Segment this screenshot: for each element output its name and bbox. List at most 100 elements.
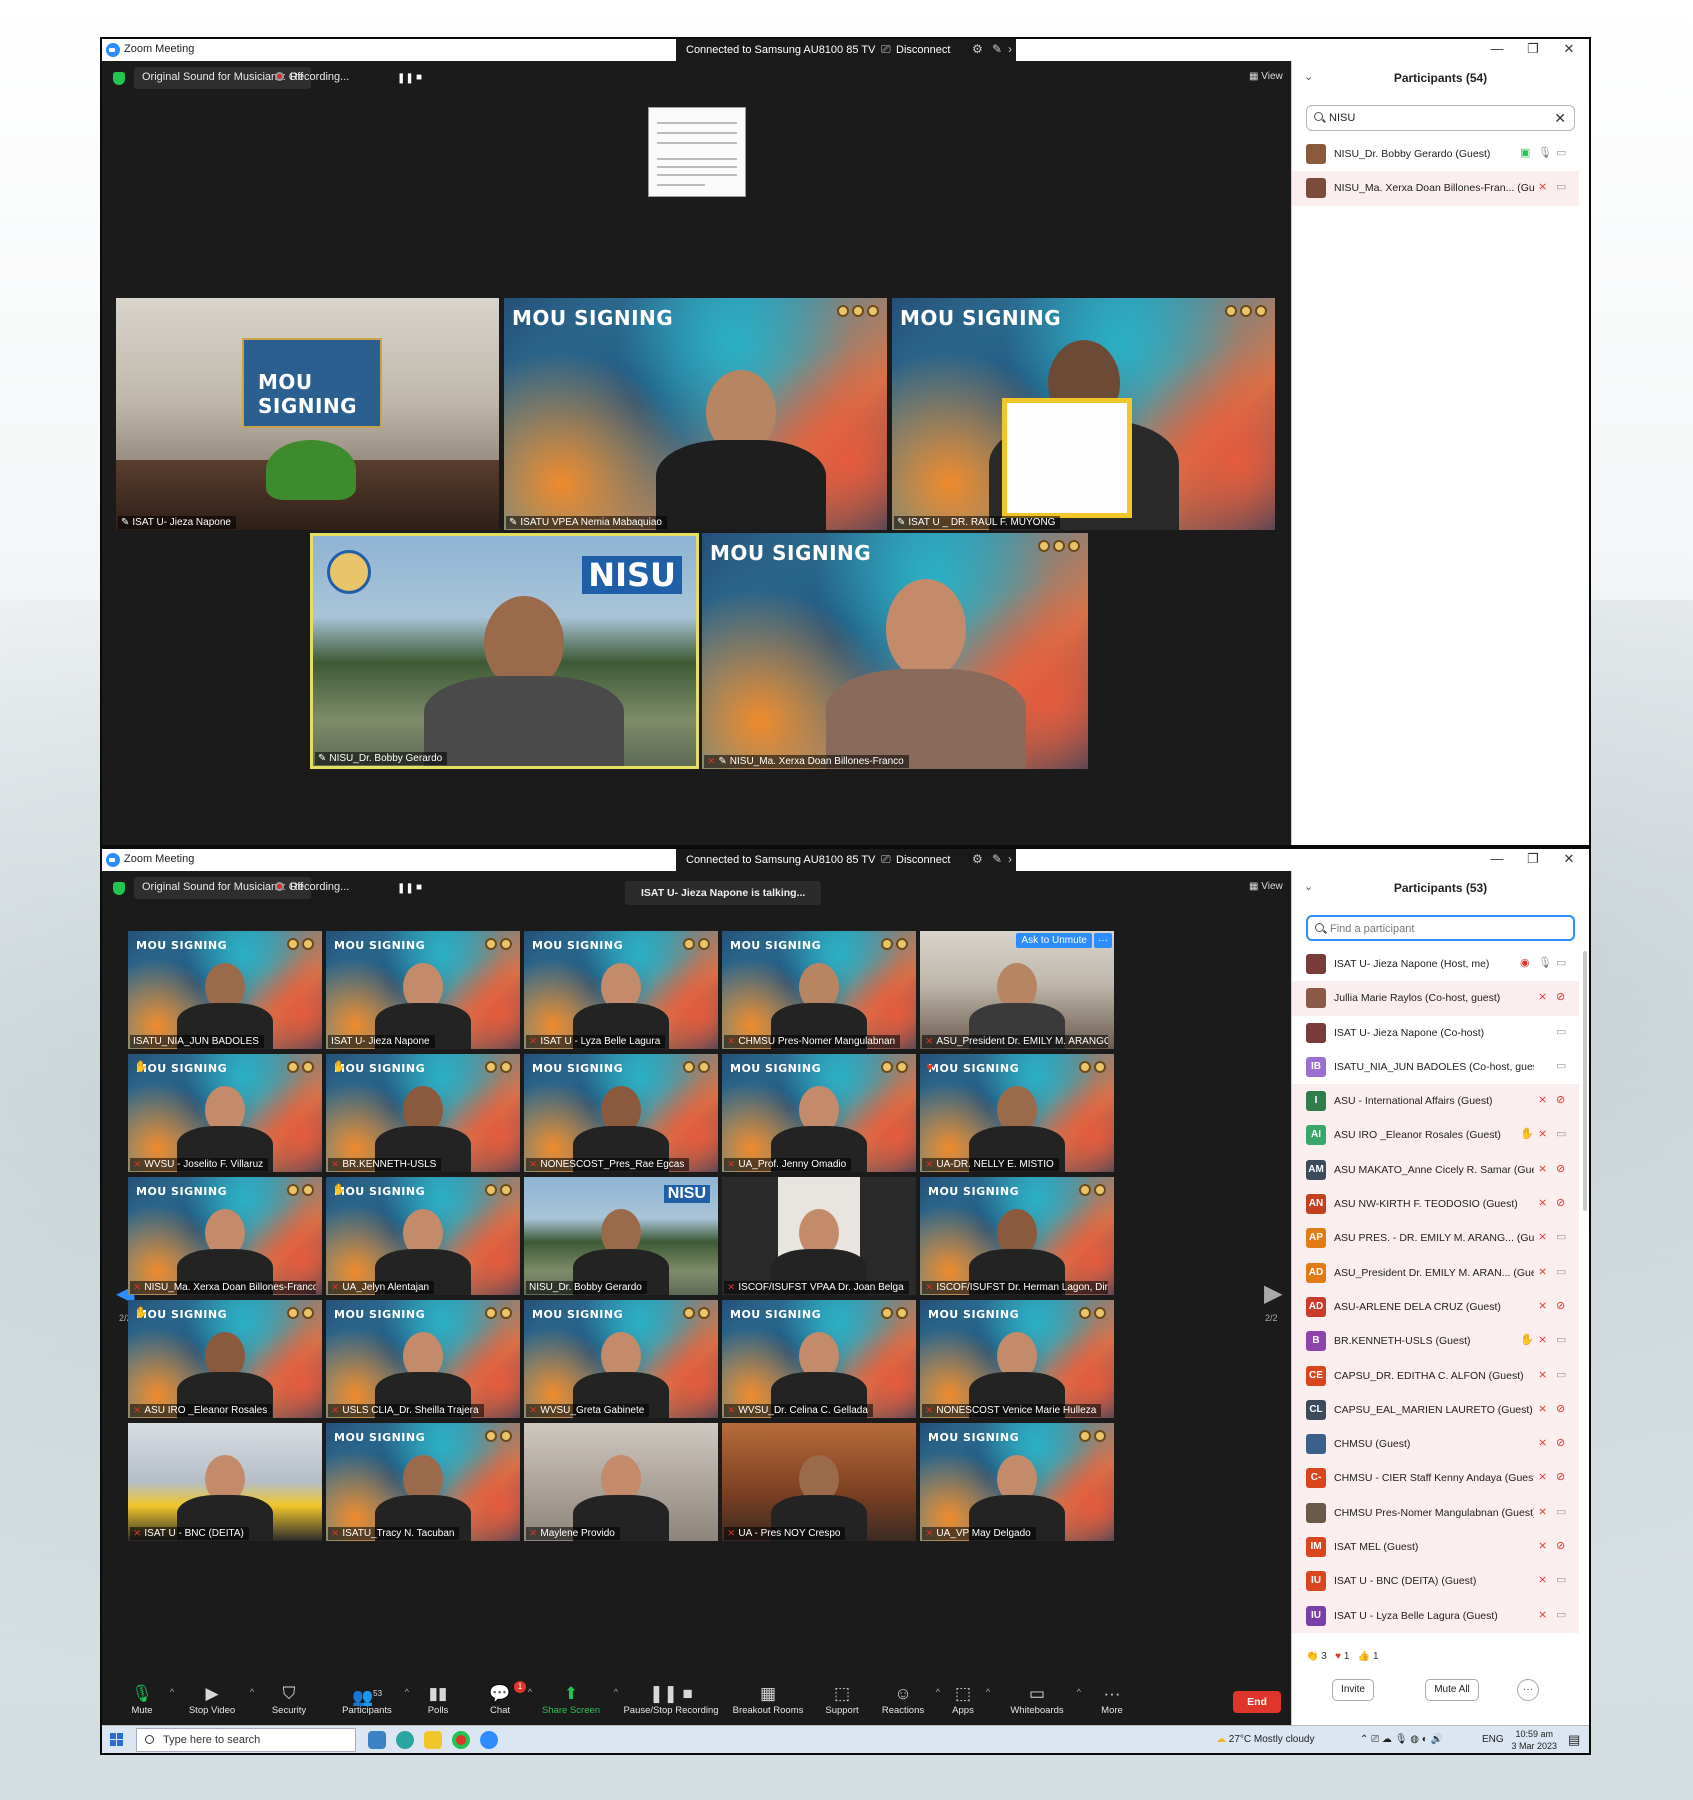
video-tile[interactable]: ⨯ ISAT U - BNC (DEITA) <box>128 1423 322 1541</box>
gear-icon[interactable]: ⚙ <box>972 42 983 56</box>
muted-mic-icon[interactable]: ⨯ <box>1538 1608 1547 1621</box>
video-tile[interactable]: MOU SIGNING ⨯ WVSU_Greta Gabinete <box>524 1300 718 1418</box>
video-tile[interactable]: MOU SIGNING ⨯ USLS CLIA_Dr. Sheilla Trajer… <box>326 1300 520 1418</box>
muted-mic-icon[interactable]: ⨯ <box>1538 1230 1547 1243</box>
whiteboards-button[interactable]: ▭ Whiteboards ^ <box>1005 1683 1081 1716</box>
disconnect-button[interactable]: Disconnect <box>896 44 950 56</box>
system-tray-icons[interactable]: ⌃ ⎚ ☁ 🎙 ◍ ◐ 🔊 <box>1360 1734 1443 1745</box>
video-tile[interactable]: MOU SIGNING ⨯ WVSU_Dr. Celina C. Gellada <box>722 1300 916 1418</box>
stop-video-button[interactable]: ▶ Stop Video ^ <box>182 1683 254 1716</box>
video-tile[interactable]: MOU SIGNING ISATU_NIA_JUN BADOLES <box>128 931 322 1049</box>
edge-browser-icon[interactable] <box>396 1731 414 1749</box>
breakout-rooms-button[interactable]: ▦ Breakout Rooms <box>729 1683 807 1716</box>
disconnect-button[interactable]: Disconnect <box>896 854 950 866</box>
camera-off-icon[interactable]: ⊘ <box>1556 1093 1565 1106</box>
video-tile[interactable]: Ask to Unmute ··· ⨯ ASU_President Dr. EMILY… <box>920 931 1114 1049</box>
gear-icon[interactable]: ⚙ <box>972 852 983 866</box>
mic-icon[interactable]: 🎙 <box>1538 146 1552 159</box>
camera-icon[interactable]: ▭ <box>1556 1608 1566 1621</box>
participant-row[interactable]: AD ASU-ARLENE DELA CRUZ (Guest) ⨯ ⊘ <box>1292 1289 1579 1325</box>
participant-row[interactable]: I ASU - International Affairs (Guest) ⨯ ⊘ <box>1292 1084 1579 1119</box>
participant-row[interactable]: C- CHMSU - CIER Staff Kenny Andaya (Guest… <box>1292 1461 1579 1496</box>
participants-button[interactable]: 👥53 Participants ^ <box>337 1683 409 1716</box>
camera-icon[interactable]: ▭ <box>1556 1127 1566 1140</box>
muted-mic-icon[interactable]: ⨯ <box>1538 1368 1547 1381</box>
video-tile[interactable]: MOU SIGNING ⨯ UA_VP May Delgado <box>920 1423 1114 1541</box>
participant-search-input[interactable]: Find a participant <box>1306 915 1575 941</box>
participant-row[interactable]: CHMSU Pres-Nomer Mangulabnan (Guest) ⨯ ▭ <box>1292 1495 1579 1531</box>
muted-mic-icon[interactable]: ⨯ <box>1538 1573 1547 1586</box>
system-clock[interactable]: 10:59 am 3 Mar 2023 <box>1511 1728 1557 1752</box>
camera-icon[interactable]: ▭ <box>1556 1059 1566 1072</box>
video-tile[interactable]: MOU SIGNING ⨯ NONESCOST Venice Marie Hulle… <box>920 1300 1114 1418</box>
muted-mic-icon[interactable]: ⨯ <box>1538 1265 1547 1278</box>
camera-off-icon[interactable]: ⊘ <box>1556 1162 1565 1175</box>
participant-row[interactable]: CE CAPSU_DR. EDITHA C. ALFON (Guest) ⨯ ▭ <box>1292 1358 1579 1393</box>
view-button[interactable]: ▦ View <box>1249 71 1283 82</box>
restore-icon[interactable]: ❐ <box>1518 851 1548 867</box>
windows-start-icon[interactable] <box>110 1733 124 1747</box>
participant-row[interactable]: AP ASU PRES. - DR. EMILY M. ARANG... (Gue… <box>1292 1221 1579 1256</box>
file-explorer-icon[interactable] <box>424 1731 442 1749</box>
video-tile[interactable]: MOU SIGNING ✋ ⨯ ASU IRO _Eleanor Rosales <box>128 1300 322 1418</box>
camera-off-icon[interactable]: ⊘ <box>1556 1402 1565 1415</box>
mute-all-button[interactable]: Mute All <box>1425 1679 1479 1701</box>
chevron-up-icon[interactable]: ^ <box>405 1687 409 1697</box>
camera-icon[interactable]: ▭ <box>1556 180 1566 193</box>
video-tile[interactable]: MOU SIGNING ⨯ ISAT U - Lyza Belle Lagura <box>524 931 718 1049</box>
chevron-up-icon[interactable]: ^ <box>614 1687 618 1697</box>
video-tile[interactable]: MOU SIGNING ✋ ⨯ BR.KENNETH-USLS <box>326 1054 520 1172</box>
video-tile[interactable]: MOU SIGNING ⨯ ISATU_Tracy N. Tacuban <box>326 1423 520 1541</box>
participant-row[interactable]: AM ASU MAKATO_Anne Cicely R. Samar (Guest… <box>1292 1152 1579 1188</box>
participant-row[interactable]: NISU_Ma. Xerxa Doan Billones-Fran... (Gu… <box>1292 171 1579 206</box>
video-tile[interactable]: MOU SIGNING ✎ ISAT U- Jieza Napone <box>116 298 499 530</box>
muted-mic-icon[interactable]: ⨯ <box>1538 1436 1547 1449</box>
tile-more-button[interactable]: ··· <box>1094 933 1112 948</box>
muted-mic-icon[interactable]: ⨯ <box>1538 990 1547 1003</box>
participant-row[interactable]: IU ISAT U - Lyza Belle Lagura (Guest) ⨯ ▭ <box>1292 1598 1579 1633</box>
polls-button[interactable]: ▮▮ Polls <box>418 1683 458 1716</box>
video-tile[interactable]: MOU SIGNING ✎ ISAT U _ DR. RAUL F. MUYONG <box>892 298 1275 530</box>
camera-icon[interactable]: ▭ <box>1556 146 1566 159</box>
participant-row[interactable]: Jullia Marie Raylos (Co-host, guest) ⨯ ⊘ <box>1292 981 1579 1016</box>
muted-mic-icon[interactable]: ⨯ <box>1538 1093 1547 1106</box>
muted-mic-icon[interactable]: ⨯ <box>1538 180 1547 193</box>
apps-button[interactable]: ⬚ Apps ^ <box>948 1683 990 1716</box>
next-page-icon[interactable]: ▶ <box>1264 1279 1282 1308</box>
mute-button[interactable]: 🎙 Mute ^ <box>122 1683 174 1716</box>
muted-mic-icon[interactable]: ⨯ <box>1538 1505 1547 1518</box>
zoom-app-icon[interactable] <box>480 1731 498 1749</box>
camera-icon[interactable]: ▭ <box>1556 956 1566 969</box>
video-tile[interactable]: MOU SIGNING ⨯ NONESCOST_Pres_Rae Egcas <box>524 1054 718 1172</box>
chevron-up-icon[interactable]: ^ <box>936 1687 940 1697</box>
camera-icon[interactable]: ▭ <box>1556 1505 1566 1518</box>
view-button[interactable]: ▦ View <box>1249 881 1283 892</box>
camera-off-icon[interactable]: ⊘ <box>1556 1196 1565 1209</box>
more-options-button[interactable]: ··· <box>1517 1679 1539 1701</box>
video-tile-active-speaker[interactable]: NISU ✎ NISU_Dr. Bobby Gerardo <box>310 533 699 769</box>
share-screen-button[interactable]: ⬆ Share Screen ^ <box>536 1683 618 1716</box>
participant-row[interactable]: B BR.KENNETH-USLS (Guest) ✋ ⨯ ▭ <box>1292 1324 1579 1359</box>
participant-row[interactable]: AD ASU_President Dr. EMILY M. ARAN... (Gu… <box>1292 1255 1579 1290</box>
camera-icon[interactable]: ▭ <box>1556 1333 1566 1346</box>
video-tile[interactable]: MOU SIGNING ✎ ISATU VPEA Nemia Mabaquiao <box>504 298 887 530</box>
participant-row[interactable]: AN ASU NW-KIRTH F. TEODOSIO (Guest) ⨯ ⊘ <box>1292 1187 1579 1222</box>
end-meeting-button[interactable]: End <box>1233 1691 1281 1713</box>
muted-mic-icon[interactable]: ⨯ <box>1538 1333 1547 1346</box>
video-tile[interactable]: MOU SIGNING ✋ ⨯ UA_Jelyn Alentajan <box>326 1177 520 1295</box>
more-button[interactable]: ··· More <box>1092 1683 1132 1716</box>
pause-stop-recording-button[interactable]: ❚❚ ■ Pause/Stop Recording <box>621 1683 721 1716</box>
minimize-icon[interactable]: — <box>1482 41 1512 56</box>
security-button[interactable]: ⛉ Security <box>264 1683 314 1716</box>
stop-recording-icon[interactable]: ■ <box>416 882 422 893</box>
pause-recording-icon[interactable]: ❚❚ <box>397 73 414 84</box>
participant-row[interactable]: CL CAPSU_EAL_MARIEN LAURETO (Guest) ⨯ ⊘ <box>1292 1392 1579 1428</box>
participant-row[interactable]: AI ASU IRO _Eleanor Rosales (Guest) ✋ ⨯ ▭ <box>1292 1118 1579 1153</box>
chevron-up-icon[interactable]: ^ <box>528 1687 532 1697</box>
video-tile[interactable]: MOU SIGNING ♥ ⨯ UA-DR. NELLY E. MISTIO <box>920 1054 1114 1172</box>
camera-icon[interactable]: ▭ <box>1556 1265 1566 1278</box>
participant-search-input[interactable]: NISU ✕ <box>1306 105 1575 131</box>
muted-mic-icon[interactable]: ⨯ <box>1538 1196 1547 1209</box>
video-tile[interactable]: MOU SIGNING ISAT U- Jieza Napone <box>326 931 520 1049</box>
scrollbar[interactable] <box>1583 951 1587 1211</box>
